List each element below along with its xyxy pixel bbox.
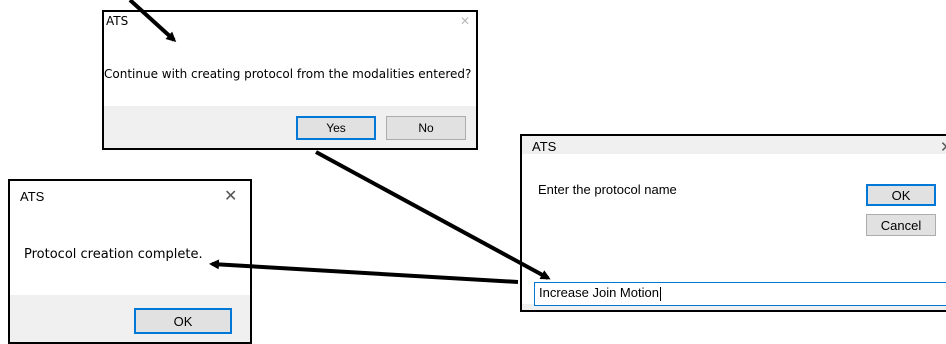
yes-button[interactable]: Yes [296,116,376,140]
cancel-button[interactable]: Cancel [866,214,936,236]
confirm-dialog-message: Continue with creating protocol from the… [104,67,472,81]
confirm-dialog-title: ATS [106,14,129,28]
confirm-dialog-body [104,12,476,106]
ok-button[interactable]: OK [866,184,936,206]
protocol-name-dialog-title: ATS [532,139,557,154]
protocol-name-prompt: Enter the protocol name [538,182,677,197]
arrow-confirm-to-name [315,150,551,280]
no-button[interactable]: No [386,116,466,140]
close-icon[interactable]: ✕ [460,14,470,28]
complete-dialog: ATS ✕ Protocol creation complete. OK [8,179,252,344]
arrow-name-to-complete [209,259,519,284]
complete-dialog-body [10,181,250,295]
complete-dialog-title: ATS [20,189,45,204]
close-icon[interactable]: ✕ [940,138,946,156]
close-icon[interactable]: ✕ [224,186,237,205]
protocol-name-dialog: ATS ✕ Enter the protocol name OK Cancel … [520,134,946,312]
protocol-name-input-value: Increase Join Motion [539,285,659,300]
text-caret [659,286,661,301]
complete-dialog-message: Protocol creation complete. [24,247,203,262]
ok-button[interactable]: OK [134,308,232,334]
confirm-dialog: ATS ✕ Continue with creating protocol fr… [102,10,478,150]
protocol-name-input[interactable]: Increase Join Motion [534,282,946,306]
